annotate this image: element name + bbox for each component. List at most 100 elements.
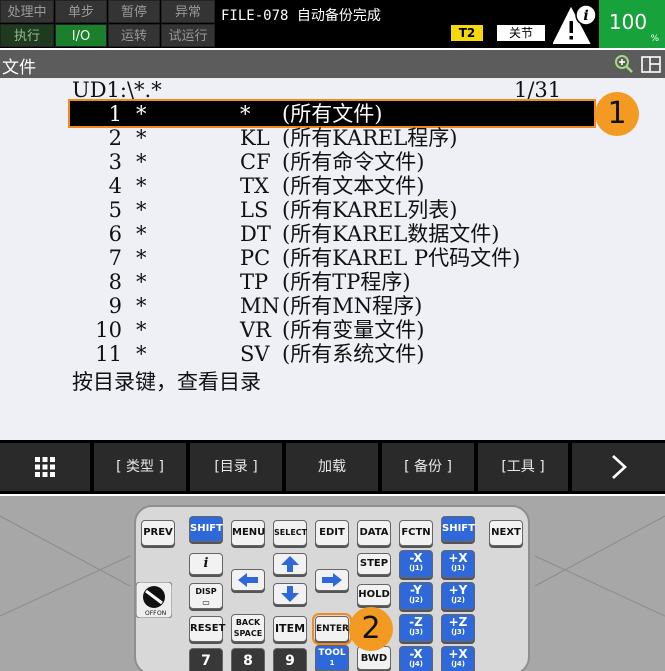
row-extension: TX [240, 174, 269, 198]
status-tcyc: 试运行 [161, 24, 215, 47]
fkey-type[interactable]: [ 类型 ] [94, 443, 186, 491]
row-description: (所有KAREL P代码文件) [282, 246, 521, 270]
jog-plus-y-j2[interactable]: +Y (J2) [441, 582, 475, 610]
row-extension: SV [240, 342, 270, 366]
row-filename: * [136, 318, 147, 342]
item-key[interactable]: ITEM [273, 616, 307, 642]
path-text: UD1:\*.* [72, 78, 162, 102]
status-fault: 异常 [161, 0, 215, 23]
enter-key[interactable]: ENTER [312, 613, 352, 645]
jog-minus-y-j2[interactable]: -Y (J2) [399, 582, 433, 610]
chevron-right-icon [611, 455, 627, 479]
row-filename: * [136, 126, 147, 150]
fctn-key[interactable]: FCTN [399, 520, 433, 546]
override-value: 100 [608, 10, 648, 34]
backspace-key[interactable]: BACK SPACE [231, 614, 265, 642]
row-description: (所有命令文件) [282, 150, 425, 174]
shift-key-left[interactable]: SHIFT [189, 516, 223, 542]
fkey-menu[interactable] [0, 443, 90, 491]
info-key[interactable]: i [189, 553, 223, 575]
row-number: 6 [108, 222, 122, 246]
page-title: 文件 [2, 58, 36, 78]
fkey-directory[interactable]: [目录 ] [190, 443, 282, 491]
row-filename: * [136, 270, 147, 294]
arrow-left-key[interactable] [231, 569, 265, 591]
off-on-switch[interactable]: OFF ON [136, 582, 172, 618]
row-number: 4 [108, 174, 122, 198]
zoom-in-icon[interactable] [614, 54, 634, 74]
key-9[interactable]: 9 [273, 648, 307, 671]
row-number: 1 [108, 102, 122, 126]
step-key[interactable]: STEP [357, 553, 391, 575]
row-extension: KL [240, 126, 270, 150]
row-description: (所有KAREL程序) [282, 126, 458, 150]
key-7[interactable]: 7 [189, 648, 223, 671]
hold-key[interactable]: HOLD [357, 584, 391, 606]
tool-1-key[interactable]: TOOL 1 [315, 645, 349, 671]
fkey-backup[interactable]: [ 备份 ] [382, 443, 474, 491]
row-description: (所有文件) [282, 102, 383, 126]
file-type-row[interactable]: 9 * MN (所有MN程序) [0, 294, 665, 318]
arrow-down-key[interactable] [273, 583, 307, 605]
file-type-row[interactable]: 5 * LS (所有KAREL列表) [0, 198, 665, 222]
row-number: 2 [108, 126, 122, 150]
jog-plus-z-j3[interactable]: +Z (J3) [441, 614, 475, 642]
key-8[interactable]: 8 [231, 648, 265, 671]
hint-text: 按目录键，查看目录 [72, 370, 261, 394]
jog-minus-x-j1[interactable]: -X (J1) [399, 550, 433, 578]
row-extension: * [240, 102, 251, 126]
file-type-row[interactable]: 4 * TX (所有文本文件) [0, 174, 665, 198]
fkey-next[interactable] [572, 443, 665, 491]
row-description: (所有文本文件) [282, 174, 425, 198]
row-number: 5 [108, 198, 122, 222]
jog-minus-z-j3[interactable]: -Z (J3) [399, 614, 433, 642]
jog-plus-x-j4[interactable]: +X (J4) [441, 646, 475, 671]
next-key[interactable]: NEXT [489, 520, 523, 546]
svg-text:i: i [583, 8, 588, 24]
file-type-row[interactable]: 2 * KL (所有KAREL程序) [0, 126, 665, 150]
status-io: I/O [55, 24, 107, 47]
disp-key[interactable]: DISP ▭ [189, 583, 223, 609]
file-type-row[interactable]: 3 * CF (所有命令文件) [0, 150, 665, 174]
page-counter: 1/31 [514, 78, 562, 102]
row-extension: TP [240, 270, 269, 294]
row-description: (所有系统文件) [282, 342, 425, 366]
row-number: 7 [108, 246, 122, 270]
file-type-row[interactable]: 10 * VR (所有变量文件) [0, 318, 665, 342]
fkey-utility[interactable]: [工具 ] [478, 443, 568, 491]
file-type-row[interactable]: 6 * DT (所有KAREL数据文件) [0, 222, 665, 246]
reset-key[interactable]: RESET [189, 616, 225, 642]
select-key[interactable]: SELECT [273, 520, 307, 546]
row-filename: * [136, 222, 147, 246]
row-filename: * [136, 174, 147, 198]
jog-plus-x-j1[interactable]: +X (J1) [441, 550, 475, 578]
warning-info-icon[interactable]: i [553, 3, 597, 45]
row-filename: * [136, 102, 147, 126]
arrow-right-icon [322, 573, 342, 587]
row-description: (所有KAREL数据文件) [282, 222, 500, 246]
edit-key[interactable]: EDIT [315, 520, 349, 546]
jog-minus-x-j4[interactable]: -X (J4) [399, 646, 433, 671]
callout-marker-2: 2 [349, 607, 393, 651]
override-box[interactable]: 100 % [599, 0, 665, 48]
row-filename: * [136, 198, 147, 222]
prev-key[interactable]: PREV [141, 520, 175, 546]
data-key[interactable]: DATA [357, 520, 391, 546]
arrow-up-icon [281, 556, 299, 572]
menu-key[interactable]: MENU [231, 520, 265, 546]
status-message: FILE-078 自动备份完成 [221, 8, 381, 24]
arrow-up-key[interactable] [273, 553, 307, 575]
file-type-row[interactable]: 11 * SV (所有系统文件) [0, 342, 665, 366]
row-number: 8 [108, 270, 122, 294]
row-extension: PC [240, 246, 271, 270]
file-type-row[interactable]: 8 * TP (所有TP程序) [0, 270, 665, 294]
file-type-row[interactable]: 1 * * (所有文件) [0, 102, 665, 126]
file-type-row[interactable]: 7 * PC (所有KAREL P代码文件) [0, 246, 665, 270]
row-number: 11 [95, 342, 122, 366]
window-split-icon[interactable] [641, 56, 661, 73]
fkey-load[interactable]: 加载 [286, 443, 378, 491]
shift-key-right[interactable]: SHIFT [441, 516, 475, 542]
arrow-right-key[interactable] [315, 569, 349, 591]
row-filename: * [136, 342, 147, 366]
row-number: 3 [108, 150, 122, 174]
